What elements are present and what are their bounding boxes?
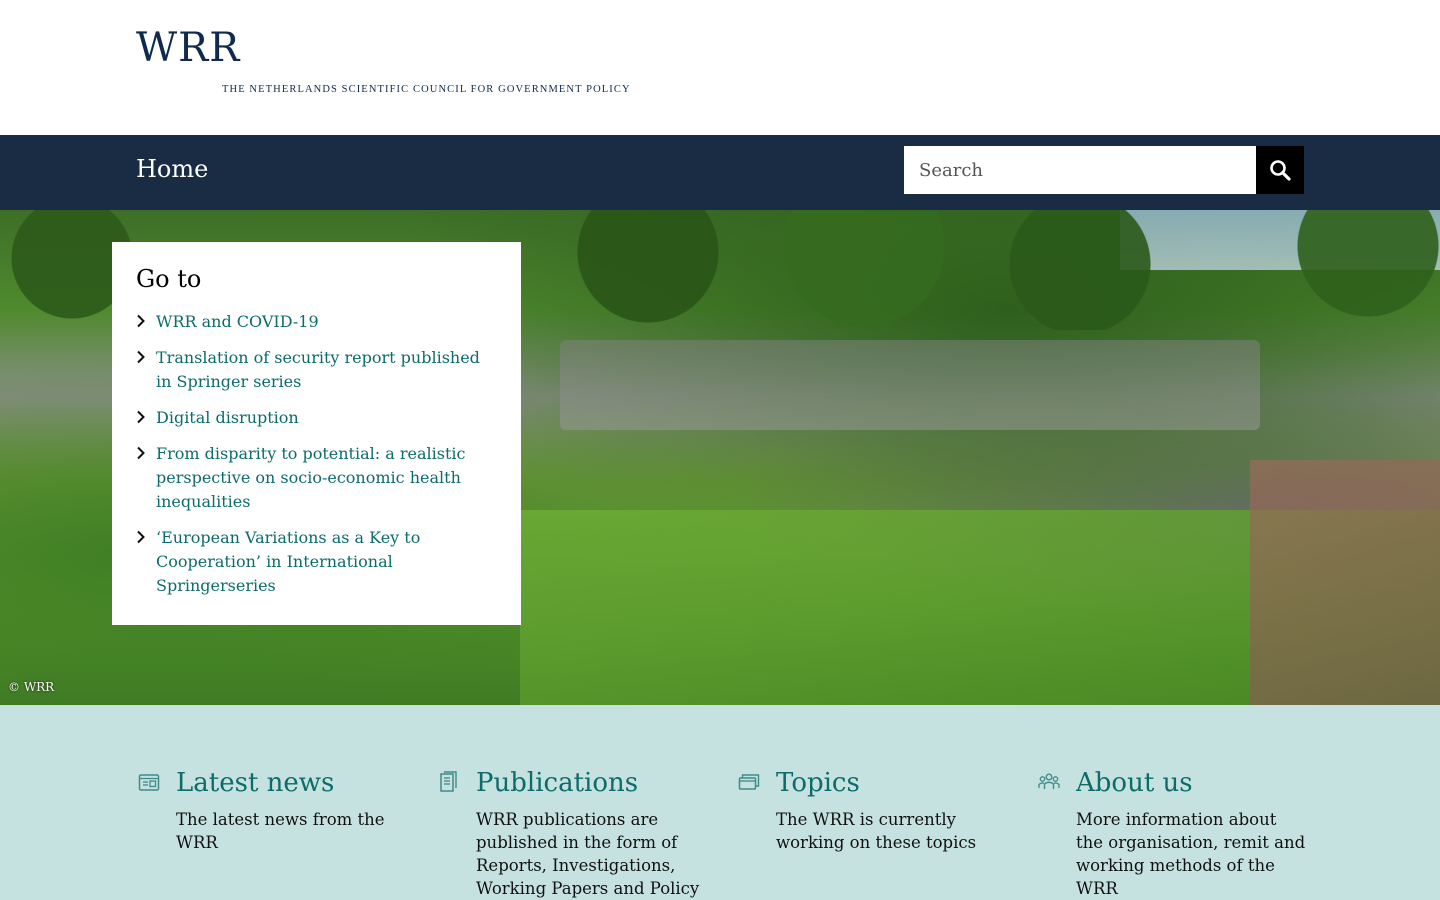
goto-item: Digital disruption [136,406,497,430]
logo-subtitle: THE NETHERLANDS SCIENTIFIC COUNCIL FOR G… [222,84,631,95]
goto-link-health-inequalities[interactable]: From disparity to potential: a realistic… [156,442,497,514]
goto-item: From disparity to potential: a realistic… [136,442,497,514]
book-icon [440,771,457,792]
hero-walkway [1250,460,1440,705]
logo-mark: WRR [136,25,241,71]
goto-link-digital-disruption[interactable]: Digital disruption [156,406,497,430]
topics-link[interactable]: Topics [776,767,860,799]
wrr-logo[interactable]: WRR THE NETHERLANDS SCIENTIFIC COUNCIL F… [136,25,630,95]
search-button[interactable] [1256,146,1304,194]
goto-link-european-variations[interactable]: ‘European Variations as a Key to Coopera… [156,526,497,598]
nav-home-link[interactable]: Home [136,155,208,183]
search-icon [1270,160,1291,181]
latest-news-link[interactable]: Latest news [176,767,334,799]
news-icon [138,774,160,791]
main-navbar: Home [0,135,1440,210]
search-form [904,146,1304,194]
latest-news-description: The latest news from the WRR [176,810,385,852]
info-section: Latest news The latest news from the WRR… [0,705,1440,900]
goto-list: WRR and COVID-19 Translation of security… [136,310,497,598]
goto-item: WRR and COVID-19 [136,310,497,334]
about-us-description: More information about the organisation,… [1076,810,1306,898]
chevron-right-icon [137,314,145,328]
goto-link-security-report[interactable]: Translation of security report published… [156,346,497,394]
goto-item: Translation of security report published… [136,346,497,394]
about-us-link[interactable]: About us [1076,767,1193,799]
publications-link[interactable]: Publications [476,767,638,799]
folder-icon [738,774,760,790]
search-input[interactable] [904,146,1256,194]
hero-plaza [560,340,1260,430]
publications-description: WRR publications are published in the fo… [476,810,700,898]
site-header: WRR THE NETHERLANDS SCIENTIFIC COUNCIL F… [0,0,1440,135]
topics-description: The WRR is currently working on these to… [776,810,977,852]
chevron-right-icon [137,530,145,544]
goto-title: Go to [136,265,202,293]
goto-link-covid[interactable]: WRR and COVID-19 [156,310,497,334]
chevron-right-icon [137,410,145,424]
goto-item: ‘European Variations as a Key to Coopera… [136,526,497,598]
people-icon [1038,773,1060,789]
chevron-right-icon [137,350,145,364]
goto-panel: Go to WRR and COVID-19 Translation of se… [112,242,521,625]
image-credit: © WRR [8,680,55,694]
chevron-right-icon [137,446,145,460]
